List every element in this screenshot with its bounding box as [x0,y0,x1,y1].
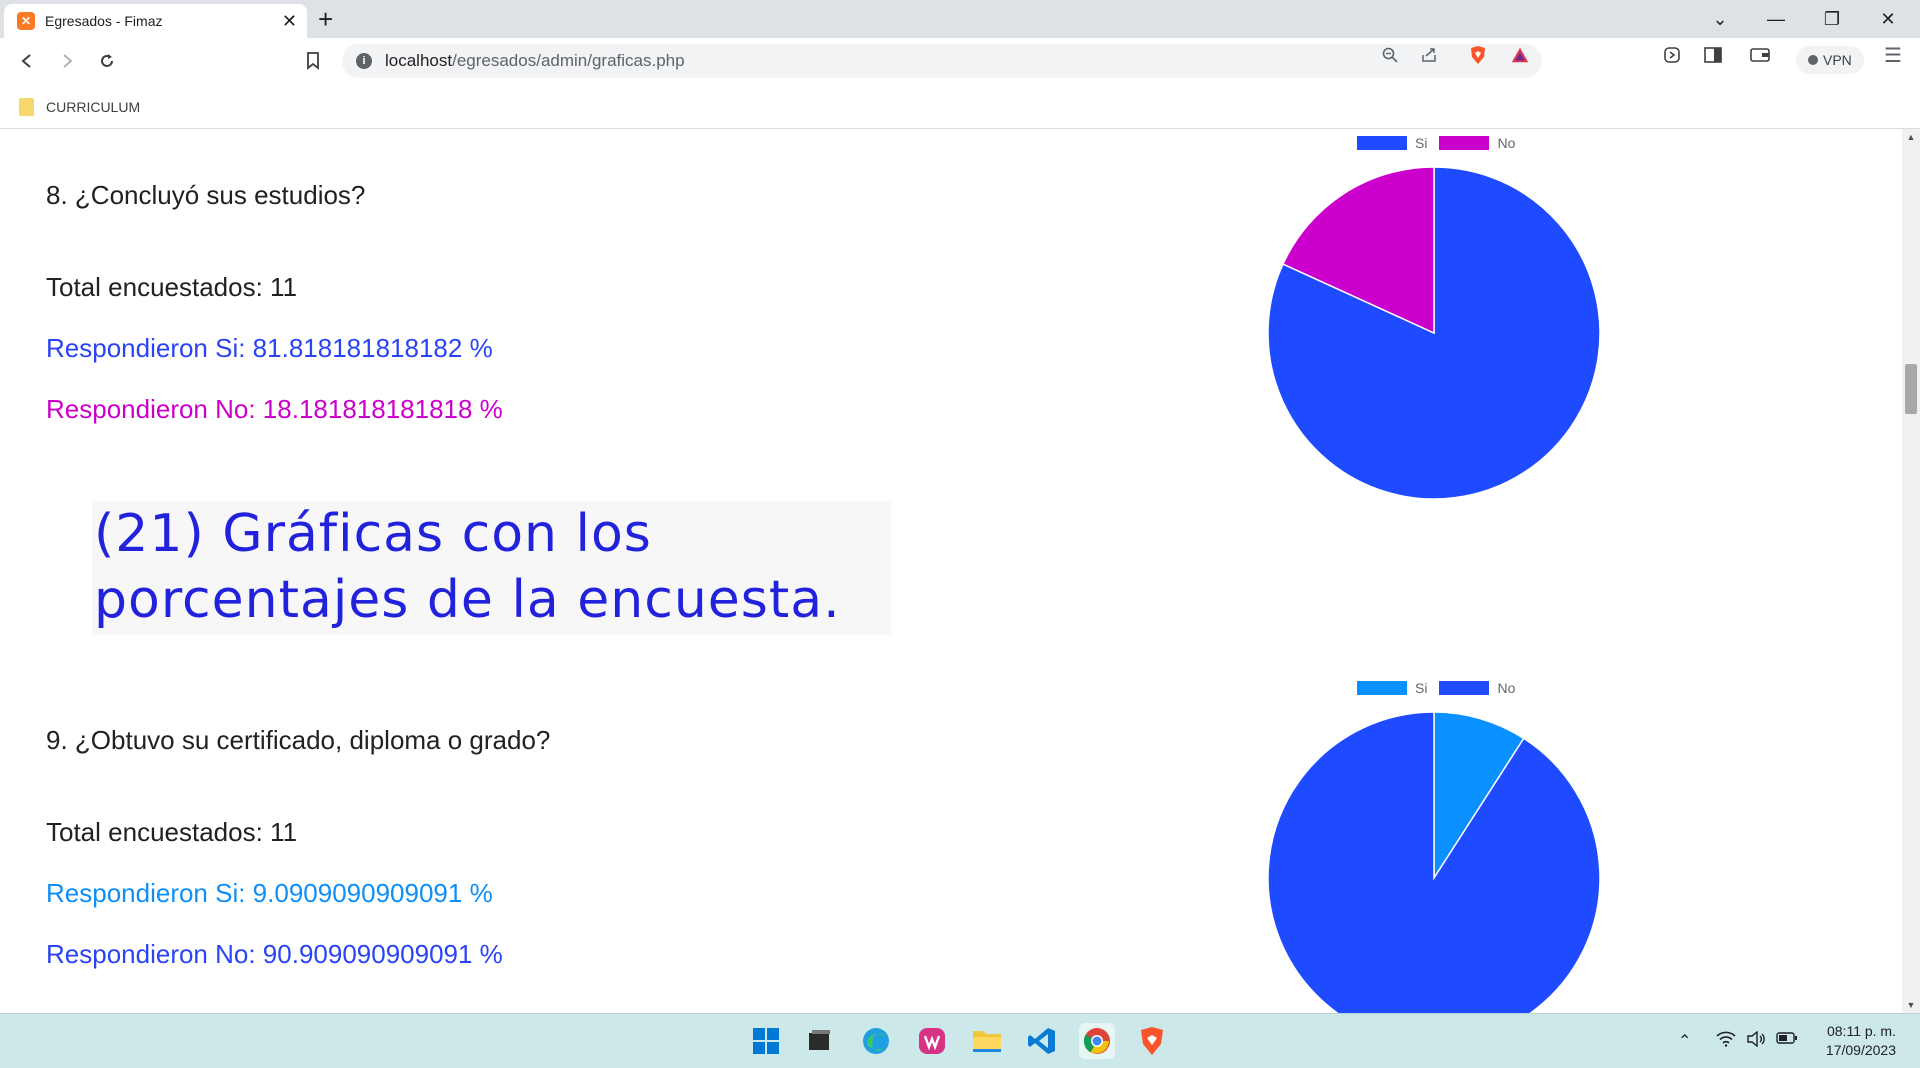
legend-item-no[interactable]: No [1439,680,1515,696]
wps-office-icon[interactable] [914,1023,950,1059]
back-button[interactable] [12,46,42,76]
url-text: localhost/egresados/admin/graficas.php [385,51,685,70]
question-8-title: 8. ¿Concluyó sus estudios? [46,180,366,210]
pie-chart-question-9 [1267,711,1601,1013]
window-close-button[interactable]: ✕ [1862,0,1914,38]
address-bar[interactable]: i localhost/egresados/admin/graficas.php [342,44,1542,78]
vpn-label: VPN [1823,52,1852,68]
leo-ai-icon[interactable] [1662,45,1682,65]
legend-item-si[interactable]: Si [1357,680,1427,696]
chart-8-legend: Si No [1357,135,1527,151]
wifi-icon[interactable] [1716,1031,1736,1052]
windows-start-icon[interactable] [748,1023,784,1059]
question-9-title: 9. ¿Obtuvo su certificado, diploma o gra… [46,725,551,755]
brave-icon[interactable] [1134,1023,1170,1059]
bookmark-folder-curriculum[interactable]: CURRICULUM [19,98,140,116]
chrome-icon[interactable] [1079,1023,1115,1059]
active-tab[interactable]: ✕ Egresados - Fimaz ✕ [4,4,307,38]
question-8-si: Respondieron Si: 81.818181818182 % [46,333,493,363]
vpn-button[interactable]: VPN [1796,46,1864,74]
legend-swatch-no [1439,136,1490,150]
reload-icon [101,54,113,67]
question-8-no: Respondieron No: 18.181818181818 % [46,394,503,424]
brave-rewards-icon[interactable] [1510,45,1530,65]
clock-time: 08:11 p. m. [1826,1023,1896,1039]
site-info-icon[interactable]: i [356,53,372,69]
page-scrollbar[interactable]: ▲ ▼ [1902,129,1920,1013]
system-clock[interactable]: 08:11 p. m. 17/09/2023 [1826,1022,1896,1060]
reload-button[interactable] [92,46,122,76]
menu-icon[interactable]: ☰ [1883,45,1903,67]
bookmark-icon [307,52,319,70]
legend-swatch-si [1357,136,1407,150]
back-icon [21,54,31,68]
vpn-status-icon [1808,55,1818,65]
legend-label-no: No [1497,680,1516,696]
minimize-button[interactable]: — [1750,0,1802,38]
page-content: 8. ¿Concluyó sus estudios? Total encuest… [0,129,1902,1013]
forward-icon [63,54,73,68]
file-explorer-icon[interactable] [969,1023,1005,1059]
bookmark-button[interactable] [298,46,328,76]
scroll-thumb[interactable] [1905,364,1917,414]
new-tab-button[interactable]: + [318,4,333,34]
pie-slice-no[interactable] [1267,711,1601,1013]
vscode-icon[interactable] [1024,1023,1060,1059]
bookmarks-bar: CURRICULUM [0,84,1920,129]
sidebar-icon[interactable] [1703,45,1723,65]
legend-swatch-no [1439,681,1490,695]
show-hidden-icons-chevron-icon[interactable]: ⌃ [1678,1031,1691,1051]
pie-chart-question-8 [1267,166,1601,500]
legend-label-no: No [1497,135,1516,151]
brave-shields-icon[interactable] [1468,45,1488,65]
zoom-icon[interactable] [1380,45,1400,65]
share-icon[interactable] [1419,45,1439,65]
question-9-no: Respondieron No: 90.909090909091 % [46,939,503,969]
restore-button[interactable]: ❐ [1806,0,1858,38]
tab-title: Egresados - Fimaz [45,13,163,29]
clock-date: 17/09/2023 [1825,1042,1896,1058]
legend-label-si: Si [1415,680,1428,696]
volume-icon[interactable] [1746,1030,1766,1052]
question-8-total: Total encuestados: 11 [46,272,298,302]
folder-icon [19,98,34,116]
wallet-icon[interactable] [1750,45,1770,65]
browser-toolbar: i localhost/egresados/admin/graficas.php… [0,38,1920,84]
legend-item-no[interactable]: No [1439,135,1515,151]
xampp-favicon-icon: ✕ [17,12,35,30]
tab-strip: ✕ Egresados - Fimaz ✕ + ⌄ — ❐ ✕ [0,0,1920,38]
tab-close-icon[interactable]: ✕ [282,11,297,32]
scroll-up-arrow-icon[interactable]: ▲ [1902,129,1920,145]
legend-label-si: Si [1415,135,1428,151]
question-9-total: Total encuestados: 11 [46,817,298,847]
tab-search-chevron-icon[interactable]: ⌄ [1694,0,1746,38]
forward-button[interactable] [52,46,82,76]
figure-caption: (21) Gráficas con los porcentajes de la … [92,501,891,635]
bookmark-folder-label: CURRICULUM [46,99,141,115]
chart-9-legend: Si No [1357,680,1527,696]
windows-taskbar: ⌃ 08:11 p. m. 17/09/2023 [0,1013,1920,1068]
scroll-down-arrow-icon[interactable]: ▼ [1902,997,1920,1013]
question-9-si: Respondieron Si: 9.0909090909091 % [46,878,493,908]
legend-item-si[interactable]: Si [1357,135,1427,151]
legend-swatch-si [1357,681,1407,695]
battery-icon[interactable] [1776,1031,1798,1050]
task-view-icon[interactable] [802,1023,838,1059]
edge-icon[interactable] [858,1023,894,1059]
